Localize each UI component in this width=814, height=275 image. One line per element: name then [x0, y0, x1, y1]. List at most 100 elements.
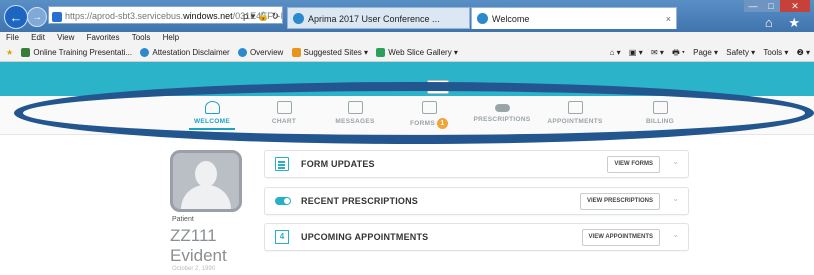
- patient-last-name: Evident: [170, 246, 227, 265]
- minimize-button[interactable]: —: [744, 0, 762, 12]
- fav-label: Attestation Disclaimer: [152, 48, 230, 57]
- cmd-home[interactable]: ⌂ ▾: [610, 48, 621, 57]
- tab-prescriptions[interactable]: PRESCRIPTIONS: [462, 101, 542, 123]
- patient-avatar: [170, 150, 242, 212]
- fav-suggested-sites[interactable]: Suggested Sites ▾: [291, 44, 369, 61]
- address-prefix: https://aprod-sbt3.servicebus.: [65, 11, 184, 21]
- prescription-toggle-icon: [275, 197, 291, 205]
- tab-label: FORMS: [410, 120, 435, 128]
- upcoming-appointments-card: 4 UPCOMING APPOINTMENTS VIEW APPOINTMENT…: [264, 223, 689, 251]
- patient-dob: October 2, 1990: [172, 266, 216, 272]
- fav-icon: [291, 48, 301, 58]
- site-favicon-icon: [293, 13, 304, 24]
- fav-icon: [21, 48, 31, 58]
- tab-messages[interactable]: MESSAGES: [315, 101, 395, 125]
- chevron-down-icon[interactable]: ⌄: [672, 157, 679, 166]
- card-title: UPCOMING APPOINTMENTS: [301, 232, 429, 242]
- fav-overview[interactable]: Overview: [237, 44, 284, 61]
- site-favicon-icon: [477, 13, 488, 24]
- toggle-icon: [494, 104, 510, 112]
- view-prescriptions-button[interactable]: VIEW PRESCRIPTIONS: [579, 193, 660, 210]
- fav-icon: [237, 48, 247, 58]
- command-bar: ⌂ ▾ ▣ ▾ ✉ ▾ 🖶 ▾ Page ▾ Safety ▾ Tools ▾ …: [604, 44, 810, 61]
- card-title: FORM UPDATES: [301, 159, 375, 169]
- menu-tools[interactable]: Tools: [132, 33, 151, 42]
- tab-forms[interactable]: FORMS 1: [389, 101, 469, 129]
- cmd-tools[interactable]: Tools ▾: [763, 48, 788, 57]
- menu-view[interactable]: View: [57, 33, 74, 42]
- chevron-down-icon[interactable]: ⌄: [672, 194, 679, 203]
- back-button[interactable]: ←: [4, 5, 28, 29]
- tab-close-icon[interactable]: ×: [666, 8, 671, 29]
- favorites-star-icon[interactable]: ★: [6, 44, 13, 61]
- view-appointments-button[interactable]: VIEW APPOINTMENTS: [581, 229, 660, 246]
- tab-label: APPOINTMENTS: [547, 118, 603, 125]
- tab-welcome[interactable]: WELCOME: [172, 101, 252, 130]
- card-title: RECENT PRESCRIPTIONS: [301, 196, 419, 206]
- view-forms-button[interactable]: VIEW FORMS: [607, 156, 660, 173]
- tab-billing[interactable]: BILLING: [620, 101, 700, 125]
- tab-label: CHART: [271, 118, 297, 125]
- tab-label: BILLING: [645, 118, 675, 125]
- app-navigation: WELCOME CHART MESSAGES FORMS 1 PRESCRIPTI…: [0, 96, 814, 135]
- fav-label: Overview: [249, 48, 284, 57]
- address-tools[interactable]: ρ ▾ 🔒 ↻: [243, 7, 279, 23]
- dollar-icon: [652, 101, 668, 114]
- active-tab-underline: [189, 128, 235, 130]
- menu-favorites[interactable]: Favorites: [87, 33, 120, 42]
- fav-label: Online Training Presentati...: [33, 48, 133, 57]
- tab-chart[interactable]: CHART: [244, 101, 324, 125]
- tab-label: MESSAGES: [335, 118, 375, 125]
- menu-file[interactable]: File: [6, 33, 19, 42]
- menu-bar: File Edit View Favorites Tools Help: [0, 32, 814, 44]
- address-bar[interactable]: https://aprod-sbt3.servicebus.windows.ne…: [48, 6, 283, 24]
- browser-tab-welcome[interactable]: Welcome ×: [471, 7, 677, 29]
- tab-label: PRESCRIPTIONS: [473, 116, 531, 123]
- patient-first-name: ZZ111: [170, 226, 217, 245]
- favorites-bar: ★ Online Training Presentati... Attestat…: [0, 44, 814, 62]
- fav-attestation[interactable]: Attestation Disclaimer: [140, 44, 230, 61]
- home-icon: [204, 101, 220, 114]
- form-icon: [421, 101, 437, 114]
- folder-icon: [276, 101, 292, 114]
- maximize-button[interactable]: □: [762, 0, 780, 12]
- forward-button[interactable]: →: [27, 7, 47, 27]
- fav-icon: [140, 48, 150, 58]
- tab-label: WELCOME: [193, 118, 231, 125]
- cmd-mail[interactable]: ✉ ▾: [651, 48, 664, 57]
- patient-label: Patient: [172, 216, 194, 223]
- fav-online-training[interactable]: Online Training Presentati...: [21, 44, 132, 61]
- close-window-button[interactable]: ✕: [780, 0, 810, 12]
- envelope-icon: [347, 101, 363, 114]
- chevron-down-icon[interactable]: ⌄: [672, 230, 679, 239]
- form-icon: [275, 157, 289, 171]
- recent-prescriptions-card: RECENT PRESCRIPTIONS VIEW PRESCRIPTIONS …: [264, 187, 689, 215]
- cmd-safety[interactable]: Safety ▾: [726, 48, 755, 57]
- browser-titlebar: ← → https://aprod-sbt3.servicebus.window…: [0, 0, 814, 32]
- calendar-icon: 4: [275, 230, 289, 244]
- window-controls: — □ ✕: [744, 0, 810, 12]
- menu-help[interactable]: Help: [163, 33, 179, 42]
- home-favorites-icons[interactable]: ⌂ ★: [765, 15, 806, 31]
- cmd-print[interactable]: 🖶 ▾: [672, 48, 685, 57]
- forms-count-badge: 1: [436, 118, 448, 129]
- ie-page-icon: [52, 11, 62, 22]
- address-domain: windows.net: [183, 11, 233, 21]
- cmd-feeds[interactable]: ▣ ▾: [629, 48, 643, 57]
- form-updates-card: FORM UPDATES VIEW FORMS ⌄: [264, 150, 689, 178]
- avatar-shoulders: [181, 185, 231, 209]
- fav-icon: [376, 48, 386, 58]
- fav-label: Web Slice Gallery ▾: [388, 48, 458, 57]
- menu-edit[interactable]: Edit: [31, 33, 45, 42]
- tab-appointments[interactable]: APPOINTMENTS: [535, 101, 615, 125]
- cmd-help[interactable]: ❷ ▾: [797, 48, 810, 57]
- collapse-handle[interactable]: ⌃: [427, 80, 449, 94]
- calendar-icon: [567, 101, 583, 114]
- browser-tab-conference[interactable]: Aprima 2017 User Conference ...: [287, 7, 470, 29]
- app-header-band: [0, 62, 814, 96]
- cmd-page[interactable]: Page ▾: [693, 48, 718, 57]
- tab-label: Aprima 2017 User Conference ...: [308, 14, 440, 24]
- tab-label: Welcome: [492, 14, 530, 24]
- fav-label: Suggested Sites ▾: [303, 48, 369, 57]
- fav-web-slice[interactable]: Web Slice Gallery ▾: [376, 44, 458, 61]
